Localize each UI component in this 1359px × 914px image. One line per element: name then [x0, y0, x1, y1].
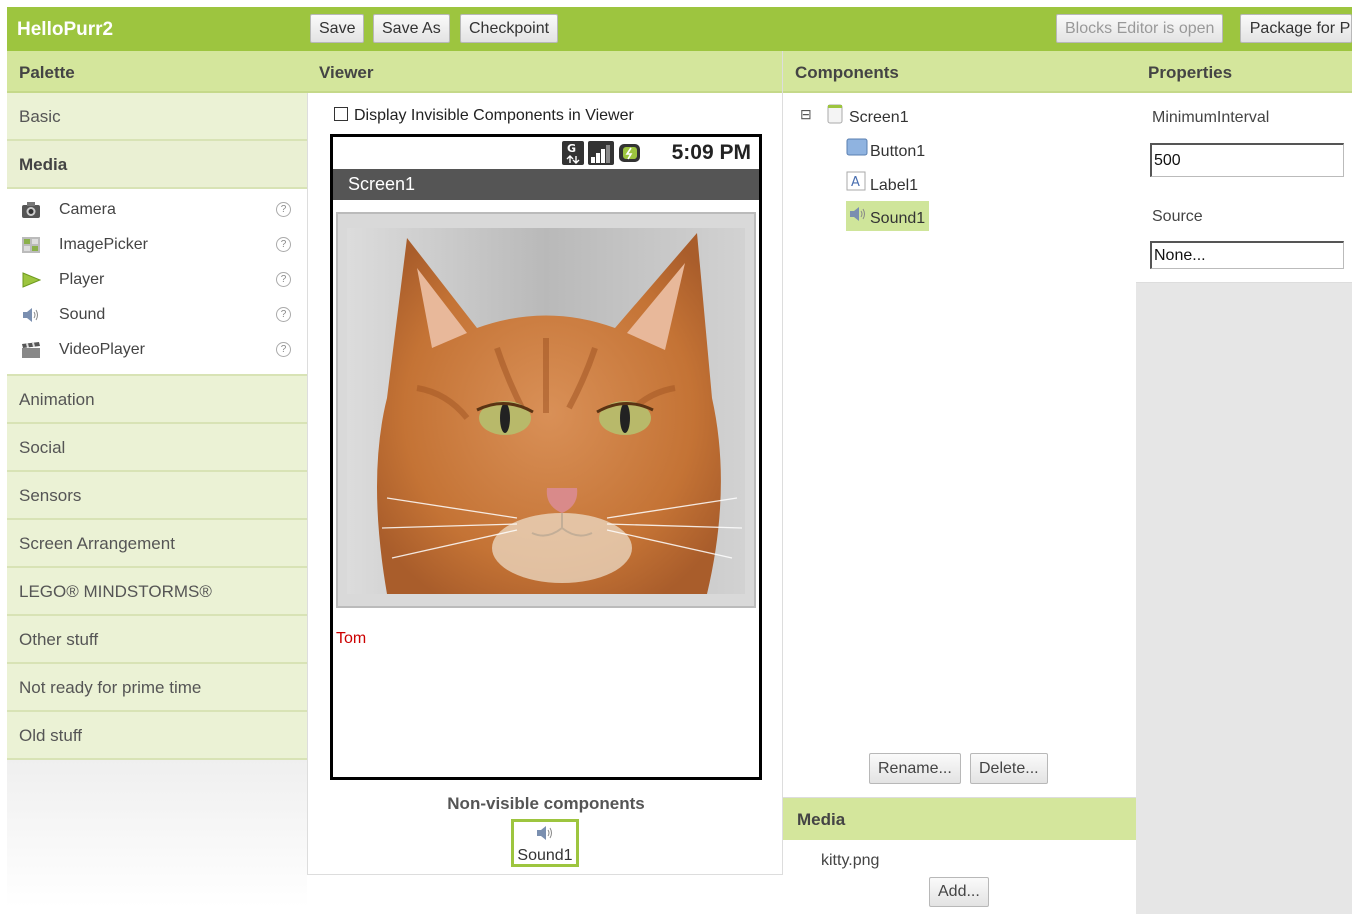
- palette-category-other-stuff[interactable]: Other stuff: [7, 616, 307, 664]
- property-label-minimum-interval: MinimumInterval: [1152, 109, 1270, 126]
- palette-item-label: Player: [59, 271, 105, 288]
- palette-item-label: Camera: [59, 201, 116, 218]
- tree-item-label1[interactable]: Label1: [870, 177, 918, 195]
- palette-header: Palette: [7, 51, 307, 93]
- source-picker[interactable]: [1150, 241, 1344, 269]
- palette-item-label: Sound: [59, 306, 106, 323]
- save-button[interactable]: Save: [310, 14, 365, 43]
- help-icon[interactable]: ?: [276, 237, 291, 252]
- palette-item-player[interactable]: Player ?: [7, 263, 307, 298]
- nonvisible-sound1-label: Sound1: [517, 847, 573, 864]
- tree-item-sound1-label: Sound1: [870, 210, 926, 227]
- nonvisible-sound1[interactable]: Sound1: [511, 819, 579, 867]
- display-invisible-checkbox[interactable]: [334, 107, 348, 121]
- properties-panel: Properties MinimumInterval Source: [1136, 51, 1352, 914]
- phone-status-bar: G 5:09 PM: [333, 137, 759, 169]
- palette-category-social[interactable]: Social: [7, 424, 307, 472]
- help-icon[interactable]: ?: [276, 342, 291, 357]
- palette-item-imagepicker[interactable]: ImagePicker ?: [7, 228, 307, 263]
- palette-category-media[interactable]: Media: [7, 141, 307, 189]
- palette-category-basic[interactable]: Basic: [7, 93, 307, 141]
- svg-text:G: G: [567, 142, 576, 155]
- clapperboard-icon: [22, 342, 40, 358]
- save-as-button[interactable]: Save As: [373, 14, 450, 43]
- play-icon: [22, 272, 41, 288]
- tree-item-sound1[interactable]: Sound1: [846, 201, 929, 231]
- speaker-icon: [23, 308, 38, 322]
- minimum-interval-input[interactable]: [1150, 143, 1344, 177]
- palette-footer: [7, 760, 307, 908]
- rename-button[interactable]: Rename...: [869, 753, 961, 784]
- blocks-editor-button[interactable]: Blocks Editor is open: [1056, 14, 1224, 43]
- add-media-button[interactable]: Add...: [929, 877, 989, 907]
- property-label-source: Source: [1152, 208, 1203, 225]
- palette-category-sensors[interactable]: Sensors: [7, 472, 307, 520]
- status-icons: G: [562, 141, 640, 165]
- palette-item-sound[interactable]: Sound ?: [7, 298, 307, 333]
- screen-title-bar: Screen1: [333, 169, 759, 200]
- label-icon: A: [846, 171, 866, 191]
- signal-icon: [588, 141, 614, 165]
- palette-category-lego-mindstorms[interactable]: LEGO® MINDSTORMS®: [7, 568, 307, 616]
- button-icon: [846, 138, 868, 156]
- palette-category-screen-arrangement[interactable]: Screen Arrangement: [7, 520, 307, 568]
- palette-media-items: Camera ? ImagePicker ? Player ? Sound ? …: [7, 189, 307, 376]
- status-time: 5:09 PM: [671, 141, 751, 164]
- palette-category-not-ready[interactable]: Not ready for prime time: [7, 664, 307, 712]
- screen-icon: [827, 104, 843, 124]
- collapse-icon[interactable]: ⊟: [800, 106, 812, 123]
- palette-panel: Palette Basic Media Camera ? ImagePicker…: [7, 51, 307, 914]
- tree-item-screen1[interactable]: Screen1: [849, 109, 909, 127]
- palette-item-label: VideoPlayer: [59, 341, 145, 358]
- media-list: kitty.png Add...: [783, 840, 1136, 914]
- components-header: Components: [783, 51, 1136, 93]
- viewer-panel: Viewer Display Invisible Components in V…: [307, 51, 783, 875]
- palette-item-camera[interactable]: Camera ?: [7, 193, 307, 228]
- camera-icon: [22, 202, 40, 218]
- components-tree: ⊟ Screen1 Button1 A Label1 Sound1 Rename…: [783, 93, 1136, 798]
- help-icon[interactable]: ?: [276, 307, 291, 322]
- phone-preview: G 5:09 PM Screen1 Tom: [330, 134, 762, 780]
- display-invisible-label: Display Invisible Components in Viewer: [354, 107, 634, 124]
- media-file-item[interactable]: kitty.png: [821, 852, 879, 870]
- properties-header: Properties: [1136, 51, 1352, 93]
- speaker-icon: [850, 207, 865, 221]
- help-icon[interactable]: ?: [276, 272, 291, 287]
- battery-icon: [619, 144, 640, 162]
- palette-item-label: ImagePicker: [59, 236, 148, 253]
- data-sync-icon: G: [562, 141, 584, 165]
- palette-category-animation[interactable]: Animation: [7, 376, 307, 424]
- viewer-header: Viewer: [307, 51, 782, 93]
- cat-image: [347, 228, 745, 594]
- display-invisible-toggle[interactable]: Display Invisible Components in Viewer: [334, 107, 634, 125]
- svg-text:A: A: [851, 175, 860, 190]
- help-icon[interactable]: ?: [276, 202, 291, 217]
- checkpoint-button[interactable]: Checkpoint: [460, 14, 559, 43]
- palette-item-videoplayer[interactable]: VideoPlayer ?: [7, 333, 307, 368]
- app-title: HelloPurr2: [17, 19, 114, 40]
- tree-item-button1[interactable]: Button1: [870, 143, 925, 161]
- speaker-icon: [537, 826, 552, 840]
- nonvisible-components-title: Non-visible components: [447, 794, 645, 813]
- components-panel: Components ⊟ Screen1 Button1 A Label1 So…: [783, 51, 1136, 914]
- media-header: Media: [783, 798, 1136, 840]
- image-picker-icon: [22, 237, 40, 253]
- delete-button[interactable]: Delete...: [970, 753, 1048, 784]
- palette-category-old-stuff[interactable]: Old stuff: [7, 712, 307, 760]
- button1-preview[interactable]: [336, 212, 756, 608]
- package-button[interactable]: Package for P: [1240, 14, 1352, 43]
- label1-preview[interactable]: Tom: [336, 630, 366, 648]
- top-bar: HelloPurr2 Save Save As Checkpoint Block…: [7, 7, 1352, 51]
